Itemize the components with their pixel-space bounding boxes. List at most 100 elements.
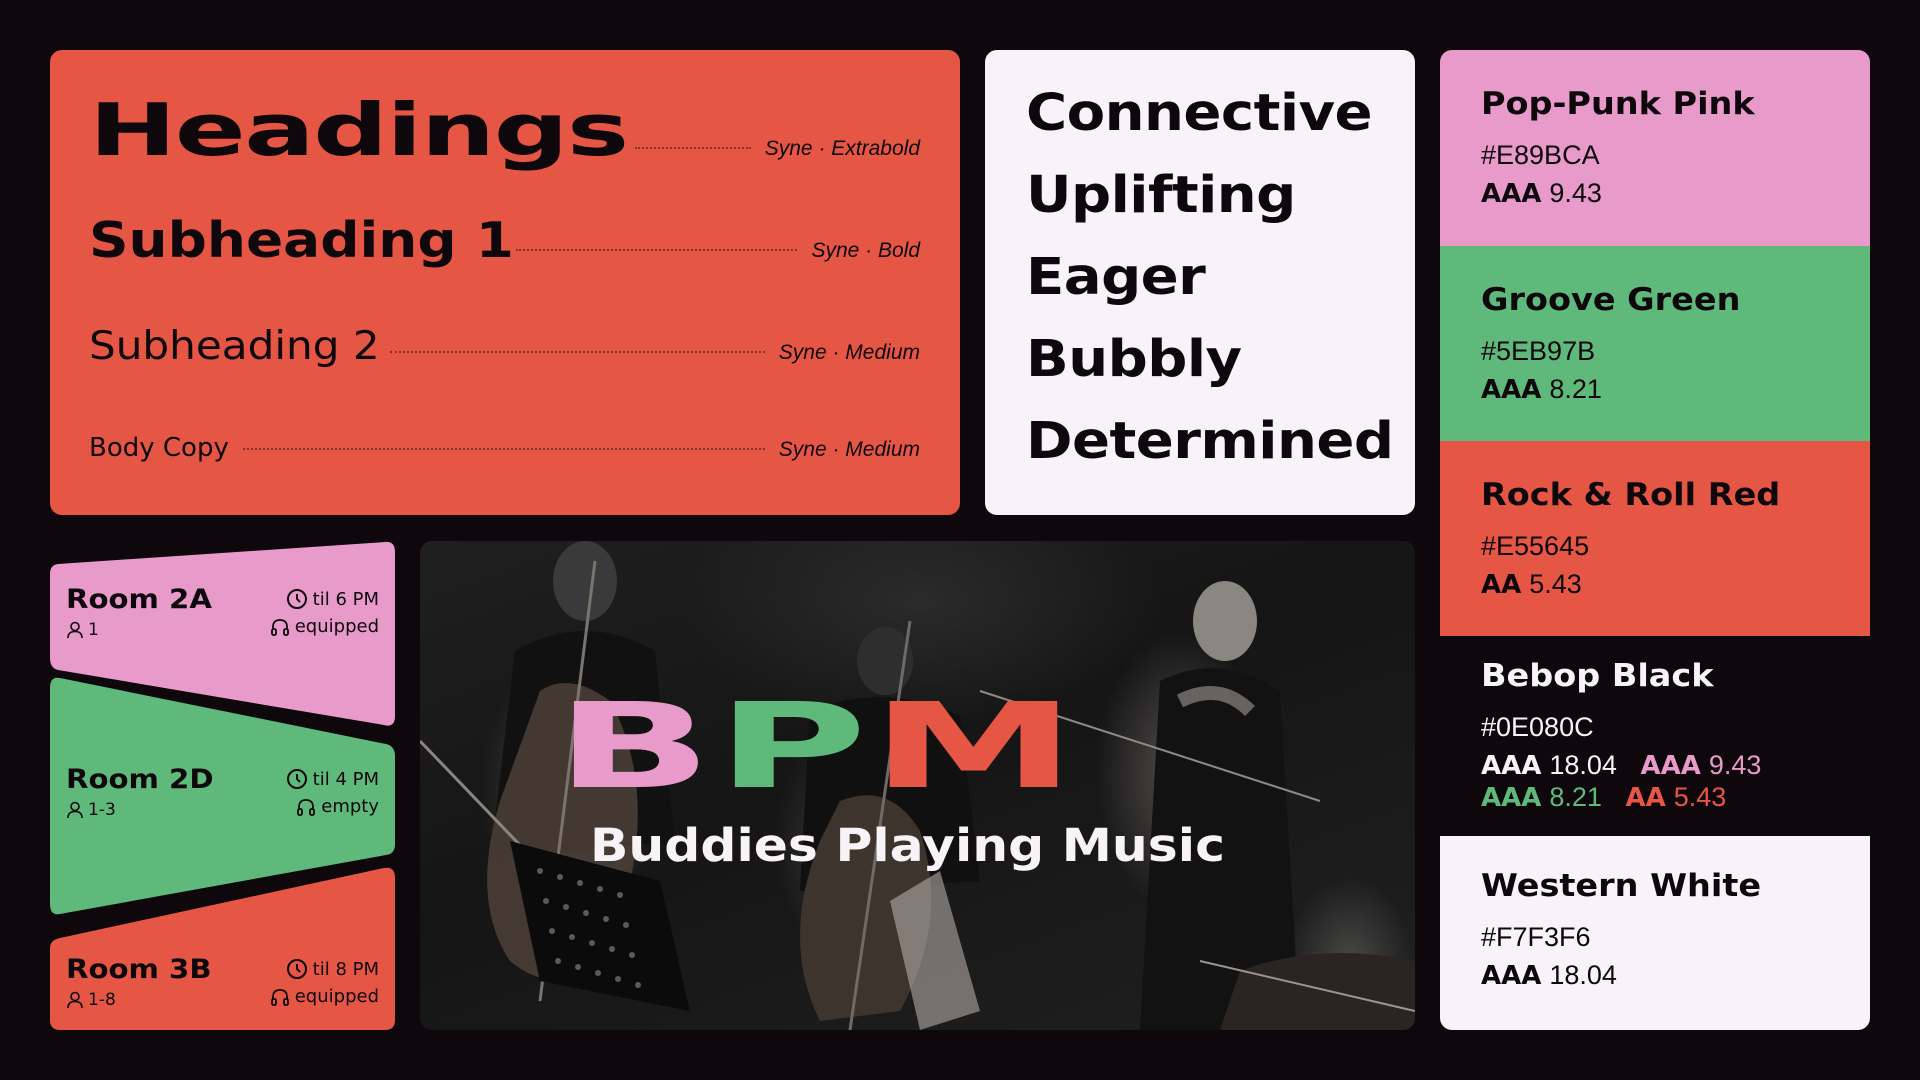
type-spec-body-copy: Syne · Medium [778,438,920,461]
room-status: equipped [270,986,379,1007]
type-spec-headings: Syne · Extrabold [764,137,920,160]
swatch-hex: #5EB97B [1481,336,1596,366]
swatch-name: Western White [1481,868,1762,904]
room-name: Room 2A [66,584,212,615]
swatch-hex: #0E080C [1481,712,1594,742]
logo-letter-p: P [715,677,871,815]
adjective: Determined [1026,412,1394,471]
brand-adjectives-card: Connective Uplifting Eager Bubbly Determ… [985,50,1415,515]
room-status-value: equipped [294,986,379,1007]
room-capacity: 1-8 [66,990,116,1010]
room-until: til 4 PM [312,768,379,790]
dotted-leader [390,351,765,353]
swatch-name: Bebop Black [1481,658,1714,694]
clock-icon [286,589,307,609]
contrast-ratio: AA 5.43 [1481,569,1582,600]
logo-letter-b: B [555,677,716,815]
color-swatch-red: Rock & Roll Red #E55645 AA 5.43 [1440,441,1870,636]
contrast-value: 5.43 [1673,782,1727,812]
dotted-leader [516,249,798,251]
dotted-leader [634,147,751,149]
contrast-level: AAA [1640,751,1701,781]
room-until: til 8 PM [312,958,379,980]
clock-icon [286,769,307,789]
contrast-value: 8.21 [1549,782,1602,812]
type-row-headings: Headings Syne · Extrabold [89,88,920,172]
person-icon [67,801,83,819]
contrast-level: AAA [1481,751,1542,781]
contrast-level: AA [1481,570,1522,600]
type-sample-subheading-2: Subheading 2 [89,324,380,369]
adjective: Uplifting [1026,166,1296,225]
contrast-pair-red: AA 5.43 [1625,782,1727,813]
dotted-leader [242,448,765,450]
contrast-ratio: AAA 9.43 [1481,178,1602,209]
swatch-hex: #E55645 [1481,531,1590,561]
room-availability: til 8 PM [286,958,379,980]
bpm-tagline: Buddies Playing Music [590,819,1225,872]
swatch-name: Pop-Punk Pink [1481,86,1755,122]
room-capacity-value: 1 [88,620,99,640]
room-name: Room 2D [66,764,214,795]
contrast-value: 18.04 [1549,750,1617,780]
contrast-level: AAA [1481,375,1542,405]
type-sample-subheading-1: Subheading 1 [89,212,514,269]
hero-photo-musicians: BPM Buddies Playing Music [420,541,1415,1030]
room-capacity: 1-3 [66,800,116,820]
contrast-level: AA [1625,783,1666,813]
contrast-value: 18.04 [1549,960,1617,990]
contrast-pair-white: AAA 18.04 [1481,750,1617,781]
headphones-icon [270,618,289,636]
room-capacity-value: 1-3 [88,800,116,820]
swatch-name: Groove Green [1481,282,1741,318]
type-sample-body-copy: Body Copy [89,433,229,463]
type-row-subheading-1: Subheading 1 Syne · Bold [89,212,920,269]
type-sample-headings: Headings [89,88,629,172]
contrast-value: 9.43 [1708,750,1762,780]
person-icon [67,991,83,1009]
room-until: til 6 PM [312,588,379,610]
color-swatch-black: Bebop Black #0E080C AAA 18.04 AAA 9.43 AAA… [1440,636,1870,836]
person-icon [67,621,83,639]
room-availability: til 4 PM [286,768,379,790]
adjective: Bubbly [1026,330,1242,389]
room-status-value: empty [321,796,379,817]
contrast-ratio-line: AAA 8.21 AA 5.43 [1481,782,1742,813]
type-spec-subheading-1: Syne · Bold [811,239,920,262]
room-status: empty [296,796,379,817]
contrast-pair-pink: AAA 9.43 [1640,750,1762,781]
headphones-icon [270,988,289,1006]
room-availability: til 6 PM [286,588,379,610]
room-card-3b[interactable]: Room 3B 1-8 til 8 PM equipped [50,866,395,1030]
clock-icon [286,959,307,979]
adjective: Connective [1026,84,1373,143]
typography-card: Headings Syne · Extrabold Subheading 1 S… [50,50,960,515]
contrast-ratio: AAA 8.21 [1481,374,1602,405]
logo-letter-m: M [870,677,1080,815]
contrast-ratio: AAA 18.04 [1481,960,1617,991]
contrast-pair-green: AAA 8.21 [1481,782,1602,813]
room-status-value: equipped [294,616,379,637]
swatch-hex: #F7F3F6 [1481,922,1591,952]
headphones-icon [297,798,316,816]
contrast-level: AAA [1481,179,1542,209]
room-capacity: 1 [66,620,99,640]
type-row-subheading-2: Subheading 2 Syne · Medium [89,324,920,369]
bpm-logo: BPM [555,687,1080,805]
swatch-hex: #E89BCA [1481,140,1600,170]
contrast-level: AAA [1481,783,1542,813]
contrast-value: 8.21 [1549,374,1602,404]
color-swatch-white: Western White #F7F3F6 AAA 18.04 [1440,836,1870,1030]
contrast-value: 9.43 [1549,178,1602,208]
room-status: equipped [270,616,379,637]
adjective: Eager [1026,248,1206,307]
room-capacity-value: 1-8 [88,990,116,1010]
color-swatch-pink: Pop-Punk Pink #E89BCA AAA 9.43 [1440,50,1870,246]
type-row-body-copy: Body Copy Syne · Medium [89,433,920,463]
type-spec-subheading-2: Syne · Medium [778,341,920,364]
color-swatch-green: Groove Green #5EB97B AAA 8.21 [1440,246,1870,441]
swatch-name: Rock & Roll Red [1481,477,1781,513]
room-name: Room 3B [66,954,212,985]
contrast-ratio-line: AAA 18.04 AAA 9.43 [1481,750,1777,781]
contrast-value: 5.43 [1529,569,1582,599]
